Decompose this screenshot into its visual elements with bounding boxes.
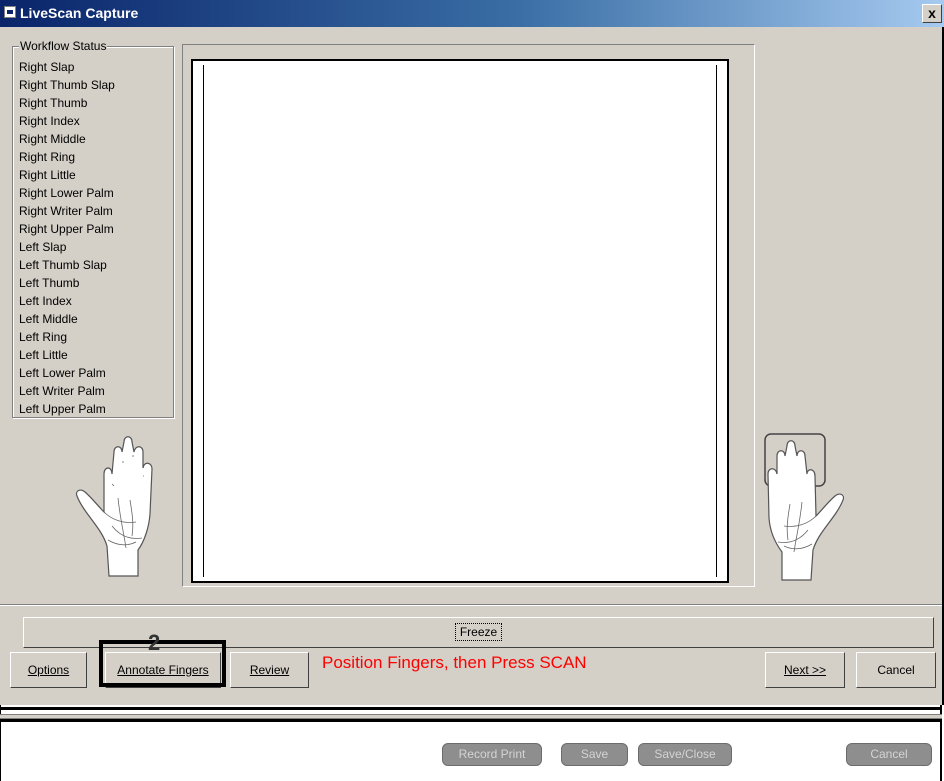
- workflow-item[interactable]: Right Index: [19, 112, 115, 130]
- left-hand-icon: [75, 436, 153, 577]
- cancel-label: Cancel: [877, 663, 915, 677]
- workflow-item[interactable]: Right Ring: [19, 148, 115, 166]
- instruction-text: Position Fingers, then Press SCAN: [322, 653, 587, 672]
- right-hand-icon: [764, 433, 845, 581]
- workflow-item[interactable]: Left Index: [19, 292, 115, 310]
- annotation-callout-number: 2: [148, 630, 161, 655]
- scan-frame: [203, 65, 717, 577]
- workflow-item[interactable]: Right Middle: [19, 130, 115, 148]
- separator: [0, 604, 942, 606]
- footer-cancel-button[interactable]: Cancel: [846, 743, 932, 766]
- review-label: Review: [249, 663, 290, 677]
- save-close-button[interactable]: Save/Close: [638, 743, 732, 766]
- title-bar: LiveScan Capture x: [0, 0, 944, 27]
- footer-toolbar: Record Print Save Save/Close Cancel: [0, 705, 944, 781]
- options-button[interactable]: Options: [10, 652, 87, 688]
- footer-separator: [0, 707, 942, 710]
- save-button[interactable]: Save: [561, 743, 628, 766]
- workflow-item[interactable]: Left Writer Palm: [19, 382, 115, 400]
- app-icon: [4, 6, 16, 18]
- livescan-window: LiveScan Capture x Workflow Status Right…: [0, 0, 944, 741]
- footer-separator: [0, 719, 942, 722]
- scan-preview-canvas: [191, 59, 729, 583]
- workflow-status-label: Workflow Status: [19, 39, 108, 53]
- close-button[interactable]: x: [922, 4, 942, 23]
- workflow-status-list: Right Slap Right Thumb Slap Right Thumb …: [19, 58, 115, 418]
- workflow-item[interactable]: Right Lower Palm: [19, 184, 115, 202]
- workflow-item[interactable]: Right Little: [19, 166, 115, 184]
- next-label: Next >>: [783, 663, 827, 677]
- workflow-item[interactable]: Left Thumb Slap: [19, 256, 115, 274]
- scan-preview-panel: [182, 44, 755, 587]
- record-print-button[interactable]: Record Print: [442, 743, 542, 766]
- options-label: Options: [27, 663, 70, 677]
- workflow-item[interactable]: Right Upper Palm: [19, 220, 115, 238]
- window-title: LiveScan Capture: [20, 5, 139, 21]
- workflow-item[interactable]: Right Writer Palm: [19, 202, 115, 220]
- workflow-item[interactable]: Left Upper Palm: [19, 400, 115, 418]
- workflow-item[interactable]: Right Thumb Slap: [19, 76, 115, 94]
- annotation-highlight-box: [99, 640, 226, 687]
- workflow-item[interactable]: Left Ring: [19, 328, 115, 346]
- review-button[interactable]: Review: [230, 652, 309, 688]
- freeze-label: Freeze: [454, 623, 503, 641]
- workflow-item[interactable]: Left Little: [19, 346, 115, 364]
- workflow-item[interactable]: Left Thumb: [19, 274, 115, 292]
- workflow-item[interactable]: Right Thumb: [19, 94, 115, 112]
- next-button[interactable]: Next >>: [765, 652, 845, 688]
- workflow-status-group: Workflow Status Right Slap Right Thumb S…: [12, 39, 174, 418]
- workflow-item[interactable]: Left Middle: [19, 310, 115, 328]
- cancel-button[interactable]: Cancel: [856, 652, 936, 688]
- workflow-item[interactable]: Left Slap: [19, 238, 115, 256]
- workflow-item[interactable]: Right Slap: [19, 58, 115, 76]
- workflow-item[interactable]: Left Lower Palm: [19, 364, 115, 382]
